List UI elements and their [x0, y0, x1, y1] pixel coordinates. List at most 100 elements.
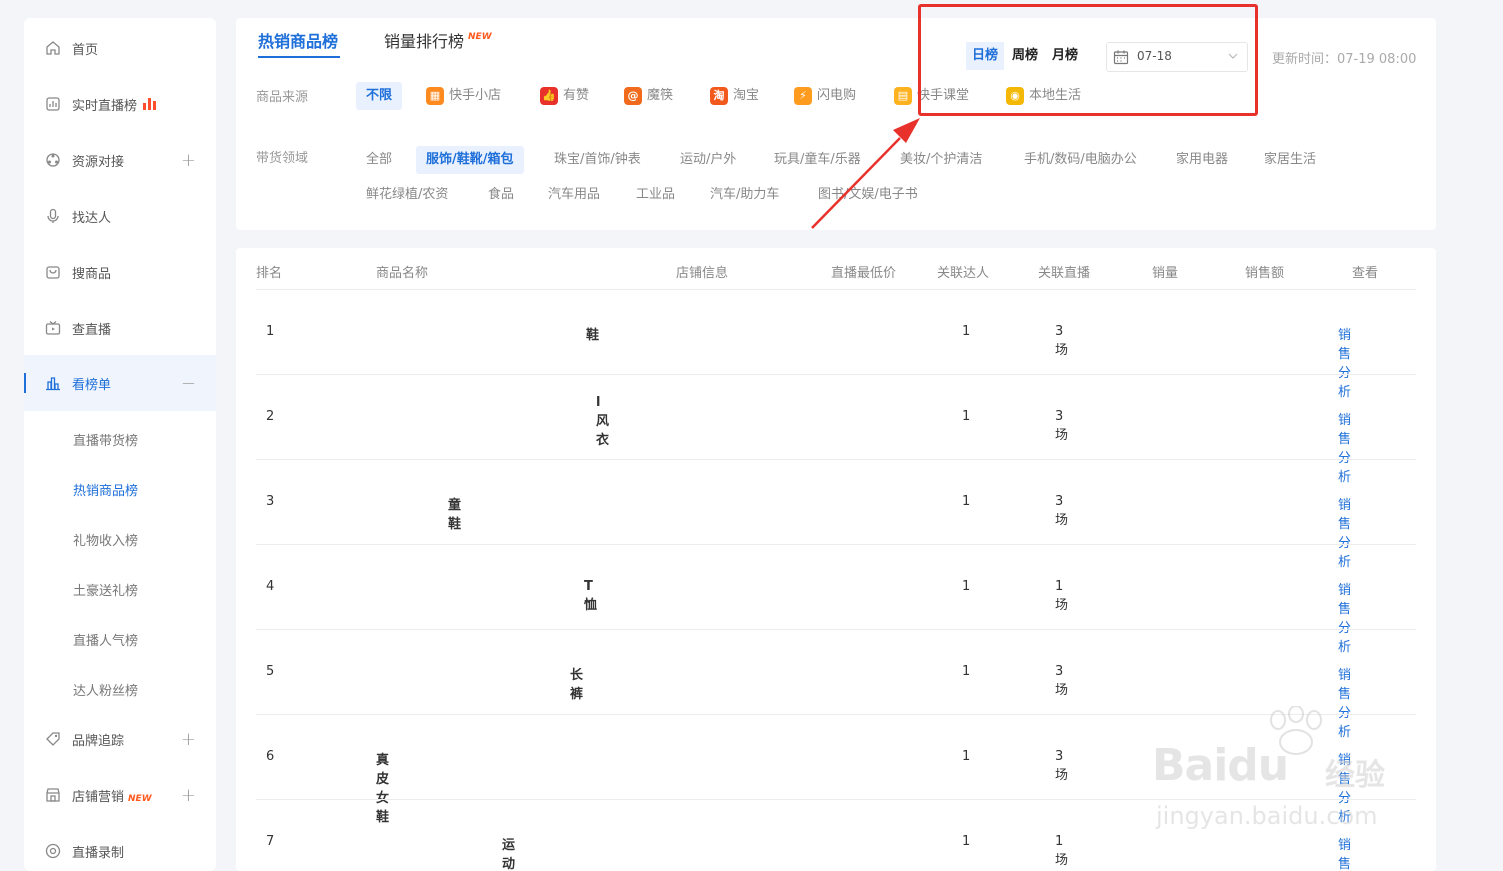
sidebar-item-live-rank[interactable]: 实时直播榜: [24, 76, 216, 132]
sidebar-item-home[interactable]: 首页: [24, 20, 216, 76]
rank-cell: 3: [266, 494, 275, 509]
header-sales: 销量: [1152, 266, 1179, 281]
header-revenue: 销售额: [1245, 266, 1285, 281]
sidebar-subitem-kol-fans[interactable]: 达人粉丝榜: [73, 680, 138, 699]
live-count-cell: 3场: [1055, 749, 1069, 783]
domain-chip[interactable]: 汽车/助力车: [700, 181, 789, 209]
domain-chip[interactable]: 工业品: [626, 181, 685, 209]
header-product-name: 商品名称: [376, 266, 429, 281]
product-name-cell[interactable]: 鞋: [586, 324, 599, 343]
domain-chip[interactable]: 玩具/童车/乐器: [764, 146, 871, 174]
kol-count-cell: 1: [962, 409, 971, 424]
source-chip-taobao[interactable]: 淘淘宝: [700, 82, 769, 110]
domain-chip[interactable]: 汽车用品: [538, 181, 610, 209]
sidebar-subitem-gift-income[interactable]: 礼物收入榜: [73, 530, 138, 549]
watermark-url: jingyan.baidu.com: [1156, 802, 1378, 830]
sidebar-item-find-kol[interactable]: 找达人: [24, 188, 216, 244]
expand-plus-icon[interactable]: +: [181, 785, 196, 806]
tab-sales-rank[interactable]: 销量排行榜 NEW: [384, 28, 492, 52]
resource-icon: [44, 151, 62, 169]
source-chip-youzan[interactable]: 👍 有赞: [530, 82, 599, 110]
sidebar-item-brand-tracking[interactable]: 品牌追踪 +: [24, 711, 216, 767]
sidebar-item-label: 资源对接: [72, 154, 125, 170]
tab-hot-products[interactable]: 热销商品榜: [258, 28, 338, 52]
domain-chip[interactable]: 珠宝/首饰/钟表: [544, 146, 651, 174]
sidebar-item-label: 搜商品: [72, 266, 112, 282]
sales-analysis-link[interactable]: 销售分析: [1338, 409, 1351, 485]
sidebar-subitem-live-popularity[interactable]: 直播人气榜: [73, 630, 138, 649]
domain-chip[interactable]: 美妆/个护清洁: [890, 146, 992, 174]
product-name-cell[interactable]: 童鞋: [448, 494, 461, 532]
sales-analysis-link[interactable]: 销售分析: [1338, 324, 1351, 400]
rank-cell: 5: [266, 664, 275, 679]
sidebar-item-live-record[interactable]: 直播录制: [24, 823, 216, 871]
watermark-brand: Baidu: [1152, 740, 1289, 791]
live-bars-icon: [143, 97, 157, 110]
sidebar-subitem-hot-products[interactable]: 热销商品榜: [73, 480, 138, 499]
kol-count-cell: 1: [962, 749, 971, 764]
tab-label: 销量排行榜: [384, 32, 465, 51]
taobao-icon: 淘: [710, 87, 728, 105]
kol-count-cell: 1: [962, 579, 971, 594]
sidebar-item-rankings[interactable]: 看榜单 −: [24, 355, 216, 411]
row-divider: [256, 629, 1416, 630]
source-chip-all[interactable]: 不限: [356, 82, 403, 110]
kol-count-cell: 1: [962, 324, 971, 339]
header-divider: [256, 289, 1416, 290]
header-kol: 关联达人: [937, 266, 990, 281]
product-name-cell[interactable]: 运动鞋: [502, 834, 515, 871]
rank-cell: 4: [266, 579, 275, 594]
product-name-cell[interactable]: 真皮女鞋: [376, 749, 389, 825]
sales-analysis-link[interactable]: 销售分析: [1338, 579, 1351, 655]
sidebar-item-resource[interactable]: 资源对接 +: [24, 132, 216, 188]
header-min-price: 直播最低价: [831, 266, 897, 281]
sidebar-item-label: 实时直播榜: [72, 98, 138, 114]
sidebar-subitem-big-gifter[interactable]: 土豪送礼榜: [73, 580, 138, 599]
domain-chip[interactable]: 运动/户外: [670, 146, 746, 174]
source-chip-mokuai[interactable]: @ 魔筷: [614, 82, 683, 110]
source-chip-kuaishou-shop[interactable]: ▦ 快手小店: [416, 82, 511, 110]
sidebar-item-shop-marketing[interactable]: 店铺营销 NEW +: [24, 767, 216, 823]
rank-cell: 6: [266, 749, 275, 764]
expand-plus-icon[interactable]: +: [181, 150, 196, 171]
rank-cell: 1: [266, 324, 275, 339]
live-count-cell: 3场: [1055, 494, 1069, 528]
bag-icon: [44, 263, 62, 281]
chip-label: 魔筷: [647, 88, 674, 103]
row-divider: [256, 544, 1416, 545]
domain-chip[interactable]: 服饰/鞋靴/箱包: [416, 146, 524, 174]
tag-icon: [44, 730, 62, 748]
domain-chip[interactable]: 手机/数码/电脑办公: [1014, 146, 1147, 174]
domain-chip[interactable]: 全部: [356, 146, 402, 174]
sidebar-item-check-live[interactable]: 查直播: [24, 300, 216, 356]
sidebar-item-label: 看榜单: [72, 377, 112, 393]
domain-chip[interactable]: 家居生活: [1254, 146, 1326, 174]
domain-chip[interactable]: 鲜花绿植/农资: [356, 181, 458, 209]
expand-plus-icon[interactable]: +: [181, 729, 196, 750]
product-name-cell[interactable]: l风衣: [596, 395, 609, 448]
microphone-icon: [44, 207, 62, 225]
sidebar-subitem-live-sales[interactable]: 直播带货榜: [73, 430, 138, 449]
mokuai-icon: @: [624, 87, 642, 105]
domain-chip[interactable]: 家用电器: [1166, 146, 1238, 174]
youzan-icon: 👍: [540, 87, 558, 105]
product-name-cell[interactable]: 长裤: [570, 664, 583, 702]
product-name-cell[interactable]: T恤: [584, 579, 597, 613]
collapse-minus-icon[interactable]: −: [181, 373, 196, 394]
live-count-cell: 3场: [1055, 409, 1069, 443]
sales-analysis-link[interactable]: 销售分析: [1338, 494, 1351, 570]
header-rank: 排名: [256, 266, 283, 281]
kol-count-cell: 1: [962, 834, 971, 849]
sidebar-item-label: 直播录制: [72, 845, 125, 861]
domain-label: 带货领域: [256, 151, 309, 166]
live-count-cell: 1场: [1055, 579, 1069, 613]
source-chip-shandiangou[interactable]: ⚡ 闪电购: [784, 82, 866, 110]
record-icon: [44, 842, 62, 860]
live-count-cell: 1场: [1055, 834, 1069, 868]
domain-chip[interactable]: 食品: [478, 181, 524, 209]
chip-label: 淘宝: [733, 88, 760, 103]
domain-chip[interactable]: 图书/文娱/电子书: [808, 181, 928, 209]
sidebar-item-search-product[interactable]: 搜商品: [24, 244, 216, 300]
kol-count-cell: 1: [962, 664, 971, 679]
bar-chart-icon: [44, 374, 62, 392]
